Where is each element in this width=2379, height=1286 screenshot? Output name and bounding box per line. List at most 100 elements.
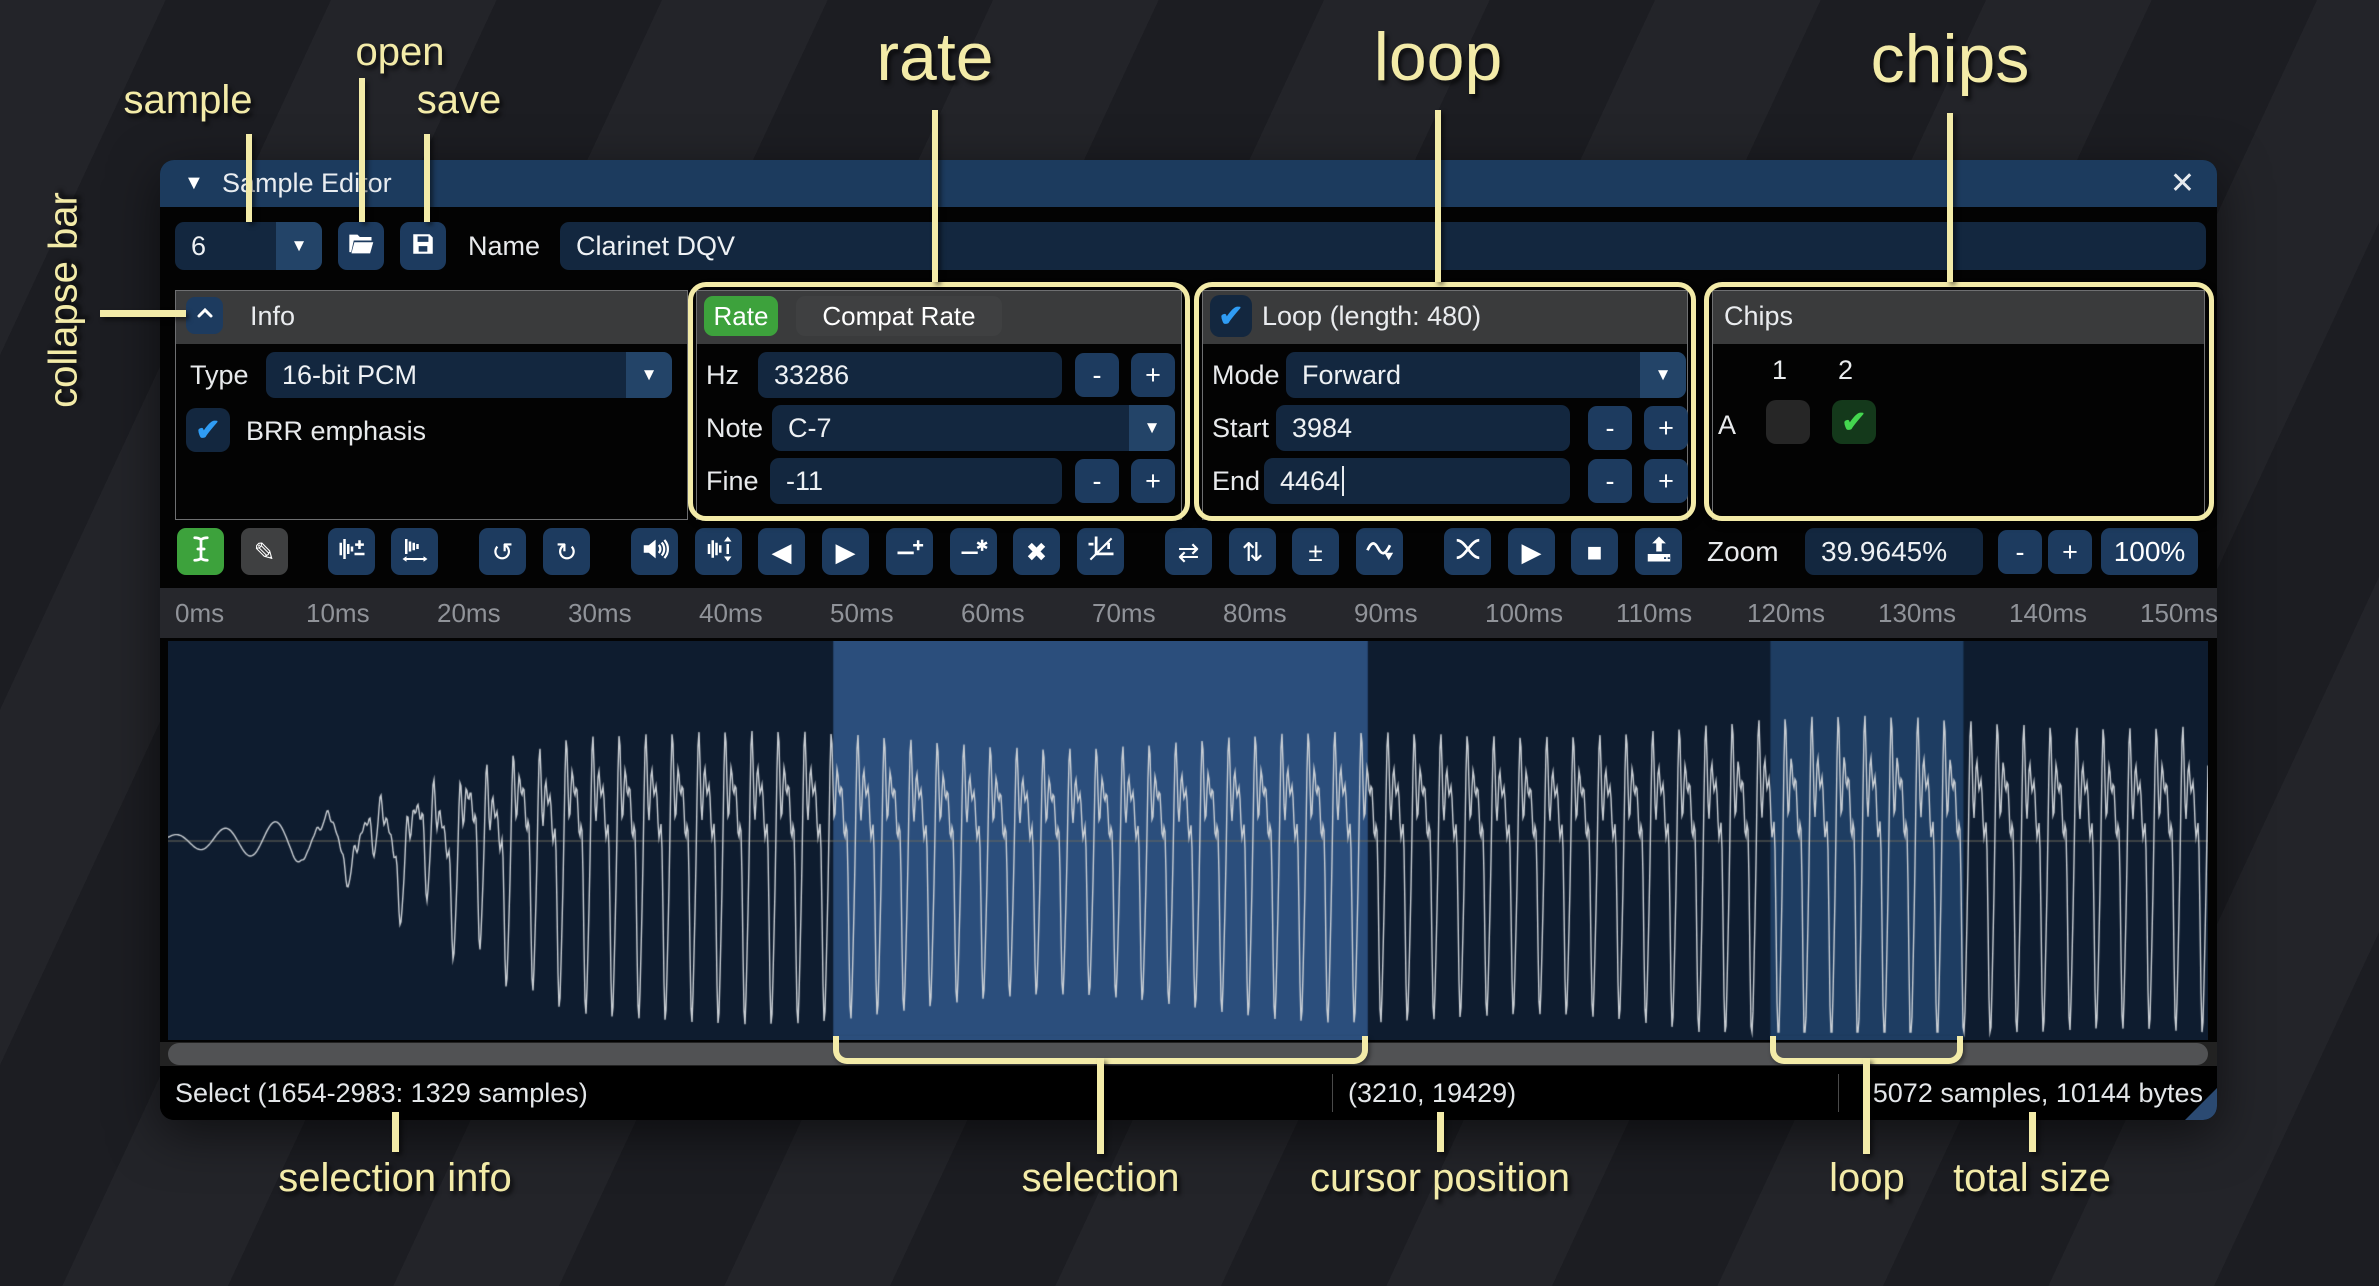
amplify-button[interactable] xyxy=(631,528,678,575)
timeline-tick: 40ms xyxy=(699,588,763,638)
annotation-line-collapse-bar xyxy=(100,310,186,317)
annotation-line-save xyxy=(424,134,430,222)
annotation-loop-bottom: loop xyxy=(1829,1156,1905,1201)
timeline-tick: 140ms xyxy=(2009,588,2087,638)
annotation-cursor-position: cursor position xyxy=(1310,1156,1570,1201)
timeline-ruler[interactable]: 0ms10ms20ms30ms40ms50ms60ms70ms80ms90ms1… xyxy=(160,588,2217,638)
zoom-in-button[interactable]: + xyxy=(2048,530,2092,574)
floppy-disk-icon xyxy=(410,231,436,262)
normalize-icon xyxy=(704,534,734,569)
close-icon[interactable]: ✕ xyxy=(2170,160,2195,207)
cursor-position-text: (3210, 19429) xyxy=(1348,1066,1516,1120)
chevron-down-icon[interactable]: ▼ xyxy=(626,352,672,398)
apply-filter-button[interactable] xyxy=(1356,528,1403,575)
zoom-reset-button[interactable]: 100% xyxy=(2101,528,2198,575)
undo-icon: ↺ xyxy=(492,539,514,565)
trim-button[interactable] xyxy=(1077,528,1124,575)
annotation-chips: chips xyxy=(1871,20,2030,98)
make-instrument-button[interactable] xyxy=(1635,528,1682,575)
window-resize-grip[interactable] xyxy=(2185,1088,2217,1120)
total-size-text: 5072 samples, 10144 bytes xyxy=(1873,1066,2203,1120)
annotation-collapse-bar: collapse bar xyxy=(42,192,87,408)
fade-in-icon: ◀ xyxy=(772,539,792,565)
type-label: Type xyxy=(190,352,249,398)
zoom-input[interactable]: 39.9645% xyxy=(1805,528,1983,575)
redo-button[interactable]: ↻ xyxy=(543,528,590,575)
crossfade-loop-icon xyxy=(1453,534,1483,569)
waveform-canvas[interactable] xyxy=(168,641,2208,1040)
insert-silence-button[interactable] xyxy=(886,528,933,575)
zoom-value: 39.9645% xyxy=(1821,536,1947,568)
window-collapse-icon[interactable]: ▼ xyxy=(184,160,204,207)
name-value: Clarinet DQV xyxy=(576,231,735,262)
timeline-tick: 110ms xyxy=(1616,588,1692,638)
apply-silence-icon xyxy=(959,534,989,569)
delete-icon: ✖ xyxy=(1026,539,1048,565)
annotation-line-cursor-position xyxy=(1437,1112,1444,1152)
timeline-tick: 60ms xyxy=(961,588,1025,638)
stop-preview-button[interactable]: ■ xyxy=(1571,528,1618,575)
chevron-down-icon[interactable]: ▼ xyxy=(276,222,322,270)
timeline-tick: 100ms xyxy=(1485,588,1563,638)
edit-mode-select-button[interactable] xyxy=(177,528,224,575)
minus-icon: - xyxy=(2016,537,2025,568)
open-sample-button[interactable] xyxy=(338,222,384,270)
edit-mode-draw-button[interactable]: ✎ xyxy=(241,528,288,575)
annotation-line-sample xyxy=(246,134,252,222)
save-sample-button[interactable] xyxy=(400,222,446,270)
reverse-button[interactable]: ⇄ xyxy=(1165,528,1212,575)
annotation-line-selection xyxy=(1097,1058,1104,1154)
brr-emphasis-checkbox[interactable]: ✔ xyxy=(186,408,230,452)
timeline-tick: 50ms xyxy=(830,588,894,638)
timeline-tick: 0ms xyxy=(175,588,224,638)
fade-in-button[interactable]: ◀ xyxy=(758,528,805,575)
fade-out-icon: ▶ xyxy=(836,539,856,565)
resample-button[interactable] xyxy=(391,528,438,575)
timeline-tick: 80ms xyxy=(1223,588,1287,638)
sample-index-select[interactable]: 6 ▼ xyxy=(175,222,322,270)
sample-index-value: 6 xyxy=(191,231,206,262)
delete-button[interactable]: ✖ xyxy=(1013,528,1060,575)
plus-icon: + xyxy=(2062,537,2078,568)
invert-button[interactable]: ⇅ xyxy=(1229,528,1276,575)
type-value: 16-bit PCM xyxy=(282,360,417,391)
undo-button[interactable]: ↺ xyxy=(479,528,526,575)
sign-invert-button[interactable]: ± xyxy=(1292,528,1339,575)
info-collapse-button[interactable] xyxy=(186,297,223,334)
zoom-out-button[interactable]: - xyxy=(1998,530,2042,574)
type-select[interactable]: 16-bit PCM ▼ xyxy=(266,352,672,398)
name-input[interactable]: Clarinet DQV xyxy=(560,222,2206,270)
preview-sample-button[interactable]: ▶ xyxy=(1508,528,1555,575)
annotation-line-loop-bottom xyxy=(1863,1058,1870,1154)
timeline-tick: 30ms xyxy=(568,588,632,638)
timeline-tick: 90ms xyxy=(1354,588,1418,638)
annotation-open: open xyxy=(356,30,445,75)
annotation-total-size: total size xyxy=(1953,1156,2111,1201)
annotation-loop: loop xyxy=(1374,18,1503,96)
window-titlebar: ▼ Sample Editor ✕ xyxy=(160,160,2217,207)
annotation-line-selection-info xyxy=(392,1112,399,1152)
annotation-selection: selection xyxy=(1022,1156,1180,1201)
redo-icon: ↻ xyxy=(556,539,578,565)
zoom-label: Zoom xyxy=(1707,528,1779,575)
timeline-tick: 70ms xyxy=(1092,588,1156,638)
annotation-selection-info: selection info xyxy=(278,1156,511,1201)
timeline-tick: 20ms xyxy=(437,588,501,638)
resize-icon xyxy=(337,534,367,569)
timeline-tick: 130ms xyxy=(1878,588,1956,638)
callout-loop-section xyxy=(1194,282,1696,521)
timeline-tick: 120ms xyxy=(1747,588,1825,638)
sign-invert-icon: ± xyxy=(1308,539,1322,565)
edit-mode-select-icon xyxy=(186,534,216,569)
annotation-line-chips xyxy=(1947,113,1953,282)
folder-open-icon xyxy=(347,230,375,263)
callout-rate-section xyxy=(688,282,1190,521)
fade-out-button[interactable]: ▶ xyxy=(822,528,869,575)
normalize-button[interactable] xyxy=(695,528,742,575)
check-icon: ✔ xyxy=(195,413,220,448)
resize-button[interactable] xyxy=(328,528,375,575)
crossfade-loop-button[interactable] xyxy=(1444,528,1491,575)
edit-mode-draw-icon: ✎ xyxy=(254,539,276,565)
apply-silence-button[interactable] xyxy=(950,528,997,575)
chevron-up-icon xyxy=(193,301,217,330)
